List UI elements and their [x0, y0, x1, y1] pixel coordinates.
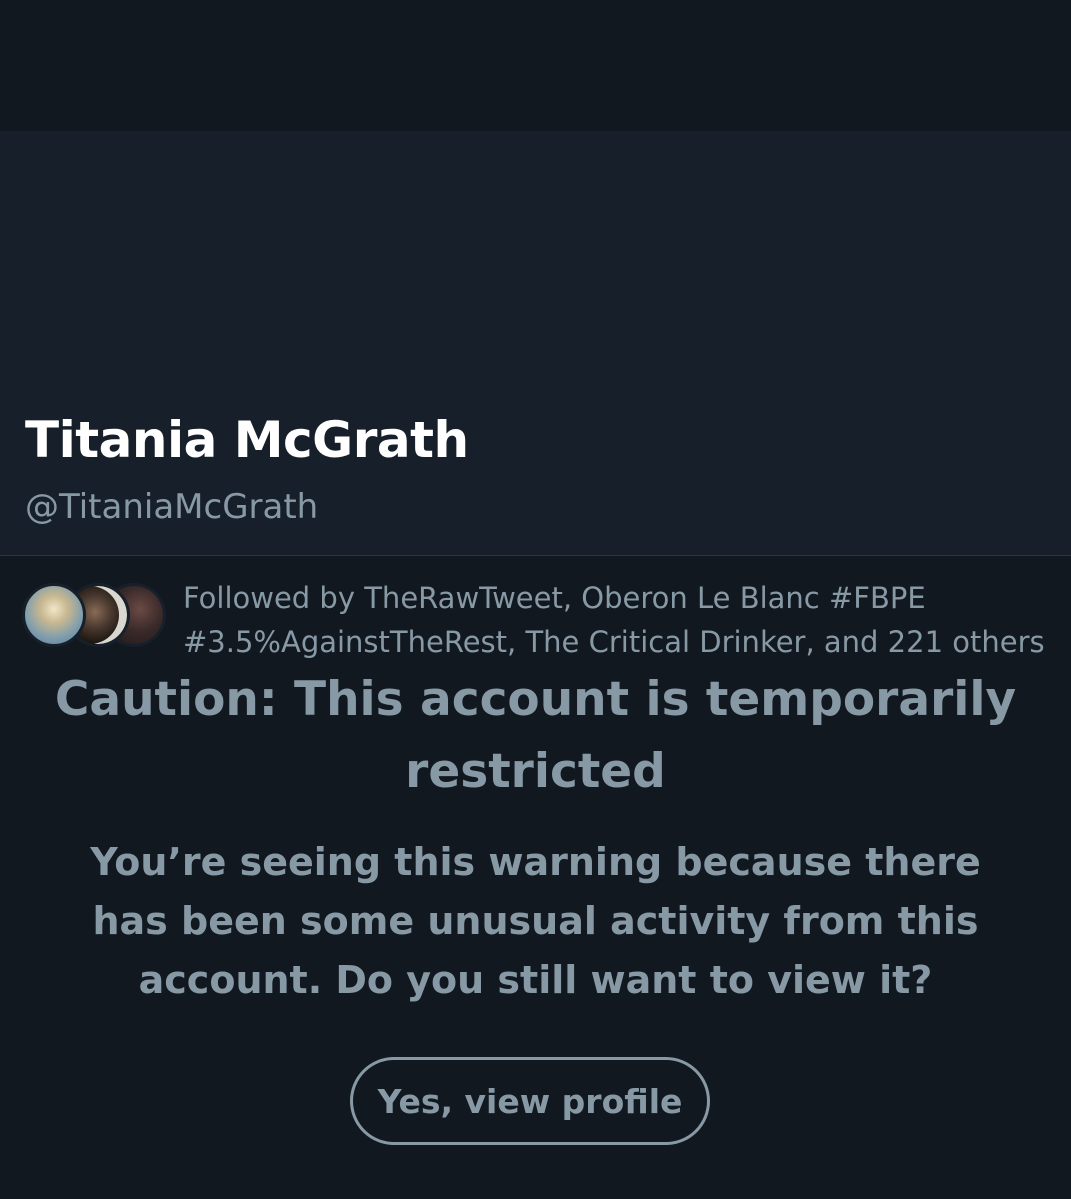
restricted-account-warning: Caution: This account is temporarily res… [0, 556, 1071, 1199]
profile-header: Titania McGrath @TitaniaMcGrath Followed… [0, 131, 1071, 659]
warning-message: You’re seeing this warning because there… [90, 840, 981, 1002]
warning-title: Caution: This account is temporarily res… [54, 672, 1017, 799]
view-profile-button[interactable]: Yes, view profile [350, 1057, 710, 1145]
follower-avatar [22, 583, 86, 647]
profile-banner [0, 0, 1071, 131]
profile-handle: @TitaniaMcGrath [25, 487, 319, 527]
profile-avatar[interactable] [18, 161, 262, 405]
profile-page: Titania McGrath @TitaniaMcGrath Followed… [0, 0, 1071, 1199]
display-name: Titania McGrath [25, 411, 469, 469]
